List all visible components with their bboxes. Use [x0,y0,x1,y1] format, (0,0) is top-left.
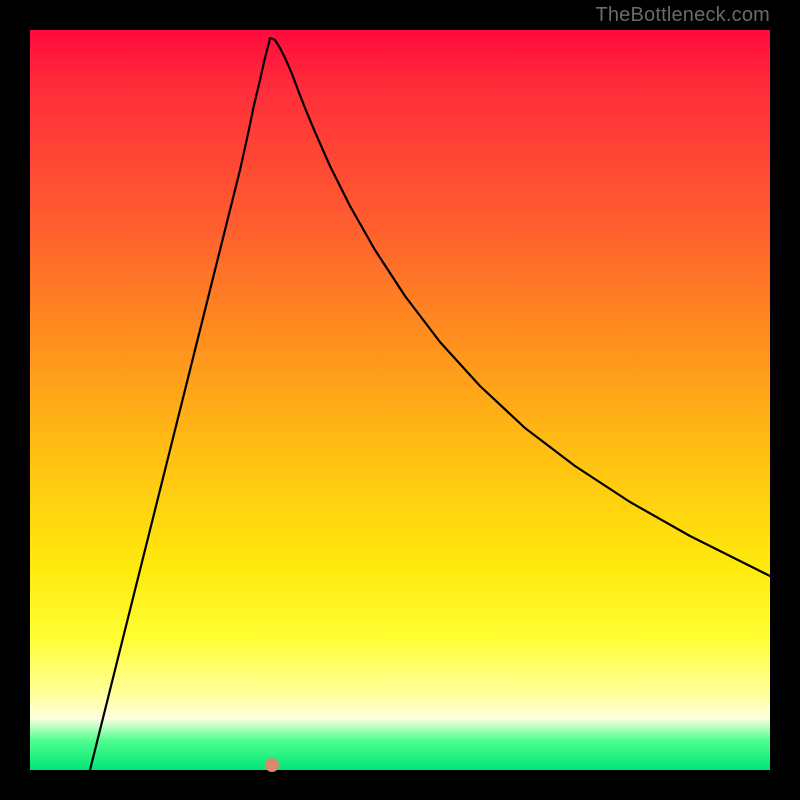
optimum-marker [265,758,279,772]
plot-area [30,30,770,770]
bottleneck-curve [30,30,770,770]
watermark-text: TheBottleneck.com [595,4,770,27]
chart-frame: TheBottleneck.com [0,0,800,800]
